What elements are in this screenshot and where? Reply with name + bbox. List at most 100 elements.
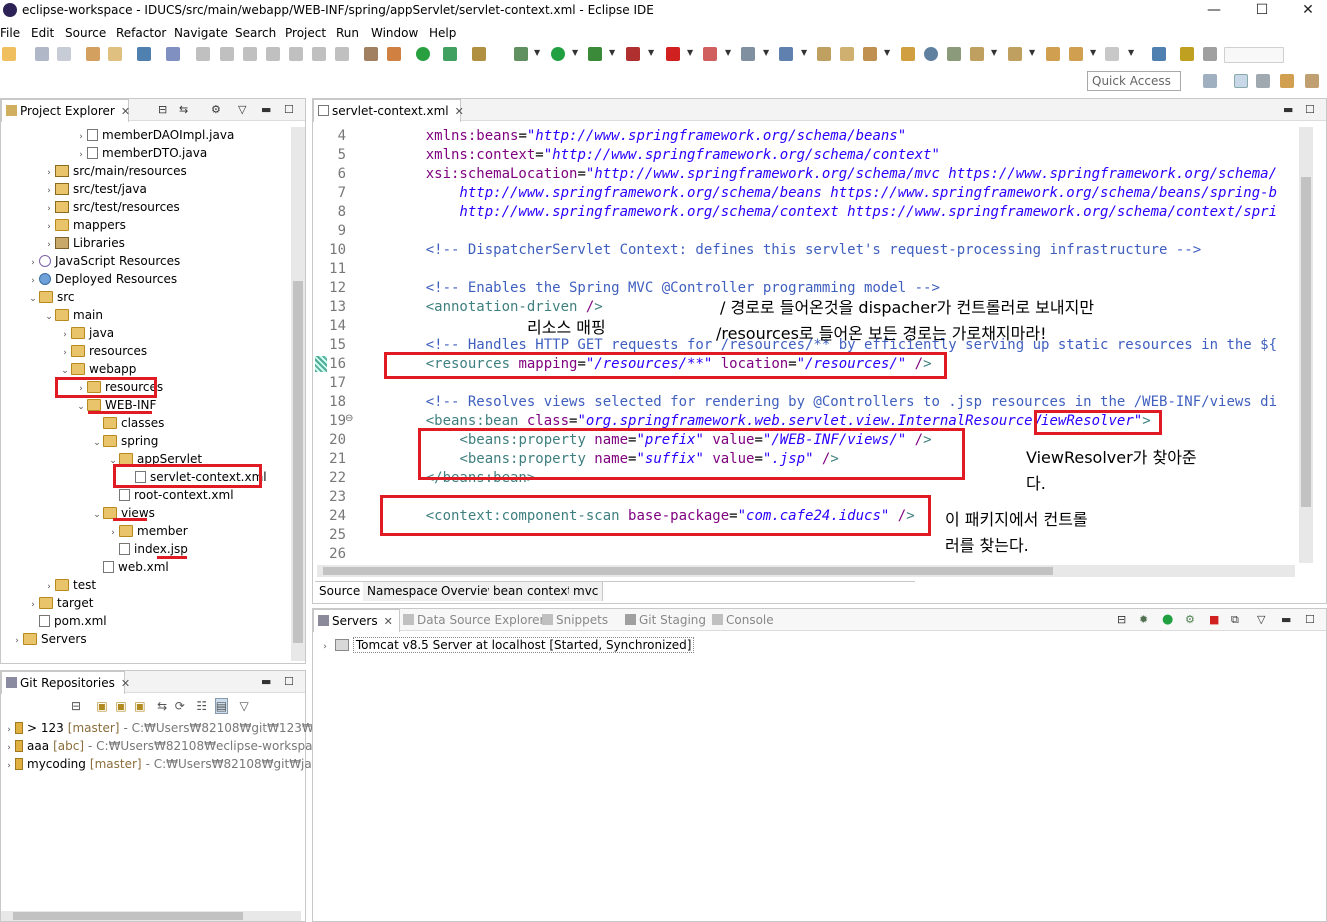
servers-view-tab[interactable]: Console [708,609,780,632]
menu-run[interactable]: Run [336,26,359,40]
refresh-server-icon[interactable] [443,47,457,61]
code-line[interactable]: http://www.springframework.org/schema/be… [392,185,1277,201]
disconnect-icon[interactable] [266,47,280,61]
open-console-icon[interactable] [364,47,378,61]
code-line[interactable]: xsi:schemaLocation="http://www.springfra… [392,166,1277,182]
forward-dropdown-icon[interactable]: ▼ [1128,48,1134,57]
pin-icon[interactable] [947,47,961,61]
close-button[interactable]: ✕ [1285,0,1327,22]
menu-source[interactable]: Source [65,26,106,40]
minimize-editor-icon[interactable]: ▬ [1283,103,1293,116]
maximize-view-icon[interactable]: ☐ [284,103,294,116]
view-menu-icon[interactable]: ▽ [238,103,246,116]
new-class-icon[interactable] [779,47,793,61]
grid-icon[interactable] [1203,47,1217,61]
editor-hscrollbar-thumb[interactable] [323,567,1053,575]
back-dropdown-icon[interactable]: ▼ [1090,48,1096,57]
tree-item[interactable]: › JavaScript Resources [27,252,180,270]
run-icon[interactable] [551,47,565,61]
new-server-icon[interactable] [703,47,717,61]
close-icon[interactable]: ✕ [384,615,393,628]
menu-window[interactable]: Window [371,26,418,40]
tab-git-repositories[interactable]: Git Repositories ✕ [1,671,130,694]
step-over-icon[interactable] [312,47,326,61]
collapsed-twisty-icon[interactable]: › [11,632,23,650]
next-annotation-dropdown-icon[interactable]: ▼ [991,48,997,57]
tree-item[interactable]: › resources [59,342,147,360]
tree-item[interactable]: › Deployed Resources [27,270,177,288]
editor-bottom-tab[interactable]: Source [315,582,366,601]
expand-icon[interactable]: › [319,638,331,656]
hierarchy-icon[interactable]: ☷ [196,699,207,713]
prev-annotation-dropdown-icon[interactable]: ▼ [1029,48,1035,57]
search-tool-icon[interactable] [863,47,877,61]
start-server-icon[interactable] [416,47,430,61]
tree-item[interactable]: › java [59,324,114,342]
servers-view-tab[interactable]: Servers ✕ [313,609,400,632]
link-editor-icon[interactable]: ⇆ [157,699,167,713]
servers-view-tab[interactable]: Snippets [538,609,614,632]
editor-vscrollbar-thumb[interactable] [1301,177,1311,507]
forward-icon[interactable] [1105,47,1119,61]
coverage-dropdown-icon[interactable]: ▼ [609,48,615,57]
new-icon[interactable] [2,47,16,61]
tree-item[interactable]: › src/test/resources [43,198,180,216]
stop-dropdown-icon[interactable]: ▼ [687,48,693,57]
debug-server-icon[interactable]: ✹ [1139,613,1148,626]
menu-navigate[interactable]: Navigate [174,26,228,40]
new-java-project-icon[interactable] [741,47,755,61]
tree-item[interactable]: › test [43,576,96,594]
suspend-icon[interactable] [220,47,234,61]
tree-scrollbar[interactable] [291,127,305,661]
tree-item[interactable]: root-context.xml [107,486,234,504]
expanded-twisty-icon[interactable]: ⌄ [75,398,87,416]
tree-item[interactable]: › Libraries [43,234,125,252]
stop-server-icon[interactable]: ■ [1209,613,1219,626]
git-repo-item[interactable]: › aaa [abc] - C:₩Users₩82108₩eclipse-worksp… [3,737,338,755]
spring-perspective-icon[interactable] [1305,74,1319,88]
build-icon[interactable] [387,47,401,61]
expanded-twisty-icon[interactable]: ⌄ [27,290,39,308]
editor-bottom-tab[interactable]: Namespaces [363,582,449,601]
tree-item[interactable]: ⌄ webapp [59,360,136,378]
tree-item[interactable]: classes [91,414,164,432]
menu-search[interactable]: Search [235,26,276,40]
close-icon[interactable]: ✕ [121,677,130,690]
menu-project[interactable]: Project [285,26,326,40]
tab-project-explorer[interactable]: Project Explorer ✕ [1,99,130,122]
open-folder-icon[interactable] [817,47,831,61]
spring-tools-icon[interactable] [472,47,486,61]
tree-item[interactable]: › Servers [11,630,86,650]
open-file-icon[interactable] [840,47,854,61]
editor-vscrollbar[interactable] [1299,127,1313,563]
open-task-icon[interactable] [108,47,122,61]
tree-item[interactable]: pom.xml [27,612,107,630]
profile-server-icon[interactable]: ⚙ [1185,613,1195,626]
debug-icon[interactable] [514,47,528,61]
back-icon[interactable] [1069,47,1083,61]
open-type-icon[interactable] [86,47,100,61]
maximize-editor-icon[interactable]: ☐ [1305,103,1315,116]
search-dropdown-icon[interactable]: ▼ [884,48,890,57]
java-ee-perspective-icon[interactable] [1234,74,1248,88]
task-icon[interactable] [901,47,915,61]
link-editor-icon[interactable]: ⇆ [179,103,188,116]
refresh-icon[interactable]: ⟳ [175,699,185,713]
code-line[interactable]: <!-- DispatcherServlet Context: defines … [392,242,1201,258]
presentation-icon[interactable]: ▤ [214,698,229,714]
new-class-dropdown-icon[interactable]: ▼ [801,48,807,57]
git-hscrollbar[interactable] [1,911,301,921]
minimize-view-icon[interactable]: ▬ [261,103,271,116]
servers-view-tab[interactable]: Data Source Explorer [399,609,550,632]
collapse-all-icon[interactable]: ⊟ [158,103,167,116]
fold-marker[interactable]: ⊖ [345,413,353,424]
menu-help[interactable]: Help [429,26,456,40]
quick-access-input[interactable]: Quick Access [1087,71,1181,91]
git-hscrollbar-thumb[interactable] [13,912,243,920]
tree-item[interactable]: web.xml [91,558,169,576]
start-server-icon[interactable]: ● [1162,612,1173,627]
resume-icon[interactable] [196,47,210,61]
view-menu-icon[interactable]: ▽ [240,699,249,713]
external-tools-icon[interactable] [626,47,640,61]
perspective-combo[interactable] [1224,47,1284,63]
